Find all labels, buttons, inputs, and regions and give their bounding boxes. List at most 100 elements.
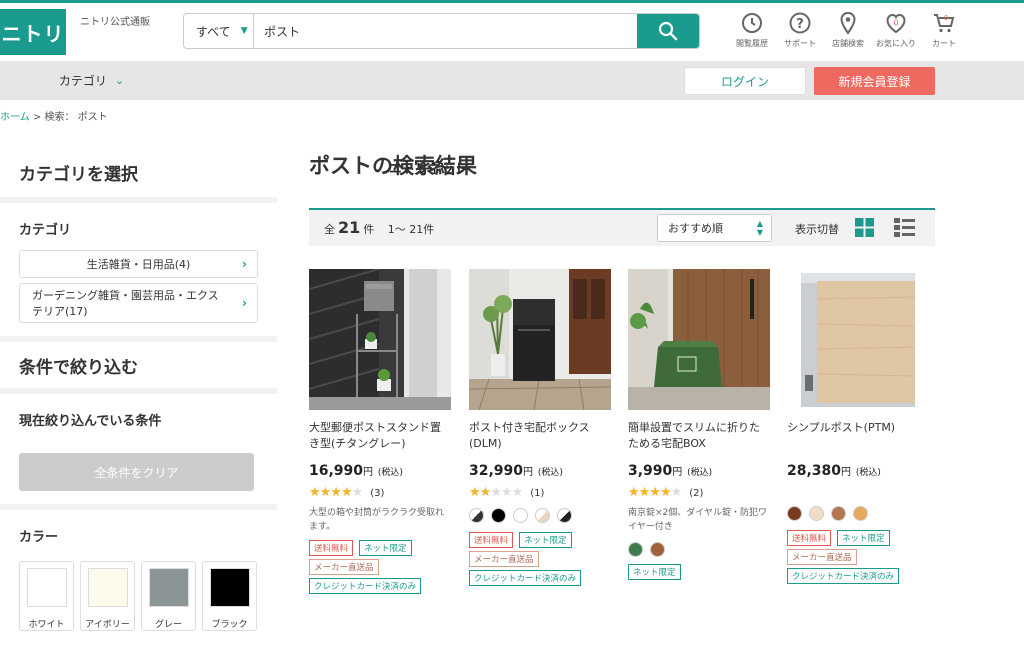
color-option[interactable]	[491, 508, 506, 523]
site-logo[interactable]: ニトリ	[0, 9, 66, 55]
color-chip	[148, 568, 189, 607]
help-icon: ?	[789, 12, 811, 34]
heart-icon: 0	[886, 13, 906, 34]
history-icon	[742, 13, 762, 33]
color-swatch-black[interactable]: ブラック	[202, 561, 257, 631]
review-count[interactable]: (2)	[689, 488, 703, 499]
support-label: サポート	[784, 39, 816, 48]
color-swatch-list: ホワイト アイボリー グレー ブラック	[19, 561, 258, 631]
search-input[interactable]	[254, 14, 637, 48]
chevron-right-icon: ›	[242, 257, 247, 271]
search-results: ポストの検索結果 全 21 件 1〜 21件 おすすめ順 ▲ ▼ 表示切替 大型…	[309, 147, 935, 594]
category-item-gardening[interactable]: ガーデニング雑貨・園芸用品・エクステリア(17) ›	[19, 283, 258, 323]
history-link[interactable]: 閲覧履歴	[728, 11, 776, 49]
support-link[interactable]: ? サポート	[776, 11, 824, 49]
product-name[interactable]: 簡単設置でスリムに折りたためる宅配BOX	[628, 420, 770, 452]
location-icon	[840, 11, 856, 35]
product-rating: ★★★★★ (3)	[309, 485, 451, 500]
category-menu-button[interactable]: カテゴリ ⌄	[0, 61, 183, 100]
sort-label: おすすめ順	[668, 222, 723, 235]
list-view-icon[interactable]	[894, 218, 915, 237]
sort-select[interactable]: おすすめ順 ▲ ▼	[657, 214, 772, 242]
results-toolbar: 全 21 件 1〜 21件 おすすめ順 ▲ ▼ 表示切替	[309, 208, 935, 246]
product-tags: 送料無料 ネット限定 メーカー直送品 クレジットカード決済のみ	[787, 530, 929, 584]
brand-name[interactable]: ニトリ公式通販 ニトリネット	[80, 14, 467, 177]
color-option[interactable]	[628, 542, 643, 557]
star-empty-icon: ★	[351, 485, 364, 500]
breadcrumb: ホーム > 検索： ポスト	[0, 108, 108, 123]
current-filter-heading: 現在絞り込んでいる条件	[19, 414, 162, 429]
chevron-down-icon: ⌄	[114, 74, 125, 87]
product-image[interactable]	[469, 269, 611, 410]
product-card[interactable]: 簡単設置でスリムに折りたためる宅配BOX 3,990円 (税込) ★★★★★ (2…	[628, 269, 770, 580]
color-swatch-label: ホワイト	[28, 620, 65, 630]
register-button[interactable]: 新規会員登録	[814, 67, 935, 95]
current-filter-section: 現在絞り込んでいる条件 全条件をクリア	[0, 394, 277, 504]
price-tax: (税込)	[855, 468, 881, 478]
grid-view-icon[interactable]	[855, 218, 874, 237]
product-name[interactable]: 大型郵便ポストスタンド置き型(チタングレー)	[309, 420, 451, 452]
results-title: ポストの検索結果	[309, 154, 477, 178]
color-swatch-white[interactable]: ホワイト	[19, 561, 74, 631]
color-option[interactable]	[469, 508, 484, 523]
search-scope-label: すべて	[196, 24, 231, 39]
chevron-down-icon: ▼	[240, 26, 248, 36]
site-header: ニトリ ニトリ公式通販 ニトリネット すべて ▼ 閲覧履歴 ? サポート 店舗検…	[0, 3, 1024, 177]
tag-credit-only: クレジットカード決済のみ	[309, 578, 422, 594]
price-yen: 円	[672, 467, 683, 478]
color-option[interactable]	[513, 508, 528, 523]
product-price: 32,990円 (税込)	[469, 463, 611, 479]
price-yen: 円	[523, 467, 534, 478]
breadcrumb-home-link[interactable]: ホーム	[0, 112, 30, 123]
product-image[interactable]	[628, 269, 770, 410]
search-button[interactable]	[637, 14, 699, 48]
product-name[interactable]: ポスト付き宅配ボックス(DLM)	[469, 420, 611, 452]
review-count[interactable]: (1)	[530, 488, 544, 499]
product-image[interactable]	[787, 269, 929, 410]
results-range: 1〜 21件	[387, 223, 435, 236]
color-options	[628, 542, 770, 557]
clear-all-button[interactable]: 全条件をクリア	[19, 453, 254, 491]
product-image[interactable]	[309, 269, 451, 410]
favorites-label: お気に入り	[876, 39, 916, 48]
color-swatch-gray[interactable]: グレー	[141, 561, 196, 631]
color-option[interactable]	[831, 506, 846, 521]
cart-link[interactable]: 0 カート	[920, 11, 968, 49]
product-description: 大型の箱や封筒がラクラク受取れます。	[309, 508, 445, 532]
review-count[interactable]: (3)	[370, 488, 384, 499]
color-option[interactable]	[535, 508, 550, 523]
product-tags: ネット限定	[628, 564, 770, 580]
store-search-link[interactable]: 店舗検索	[824, 11, 872, 49]
product-name[interactable]: シンプルポスト(PTM)	[787, 420, 929, 452]
search-bar: すべて ▼	[183, 13, 700, 49]
header-icon-nav: 閲覧履歴 ? サポート 店舗検索 0 お気に入り 0 カート	[728, 11, 968, 49]
product-card[interactable]: ポスト付き宅配ボックス(DLM) 32,990円 (税込) ★★★★★ (1) 送…	[469, 269, 611, 586]
category-item-household[interactable]: 生活雑貨・日用品(4) ›	[19, 250, 258, 278]
filter-section: 条件で絞り込む	[0, 342, 277, 388]
product-card[interactable]: 大型郵便ポストスタンド置き型(チタングレー) 16,990円 (税込) ★★★★…	[309, 269, 451, 594]
color-option[interactable]	[787, 506, 802, 521]
product-card[interactable]: シンプルポスト(PTM) 28,380円 (税込) 送料無料 ネット限定 メーカ…	[787, 269, 929, 584]
color-option[interactable]	[650, 542, 665, 557]
login-button[interactable]: ログイン	[684, 67, 806, 95]
product-rating: ★★★★★ (2)	[628, 485, 770, 500]
price-yen: 円	[363, 467, 374, 478]
product-description: 南京錠×2個、ダイヤル錠・防犯ワイヤー付き	[628, 508, 767, 532]
search-scope-select[interactable]: すべて ▼	[184, 14, 254, 48]
filter-title: 条件で絞り込む	[19, 357, 138, 378]
category-heading: カテゴリ	[19, 223, 72, 238]
color-swatch-ivory[interactable]: アイボリー	[80, 561, 135, 631]
tag-free-shipping: 送料無料	[469, 532, 514, 548]
color-option[interactable]	[853, 506, 868, 521]
color-option[interactable]	[809, 506, 824, 521]
star-empty-icon: ★★★	[490, 485, 523, 500]
color-option[interactable]	[557, 508, 572, 523]
total-suffix: 件	[363, 223, 375, 236]
price-tax: (税込)	[537, 468, 563, 478]
color-swatch-label: ブラック	[211, 620, 248, 630]
color-options	[787, 506, 929, 521]
product-tags: 送料無料 ネット限定 メーカー直送品 クレジットカード決済のみ	[309, 540, 451, 594]
favorites-link[interactable]: 0 お気に入り	[872, 11, 920, 49]
category-select-title: カテゴリを選択	[19, 164, 138, 185]
product-rating: ★★★★★ (1)	[469, 485, 611, 500]
